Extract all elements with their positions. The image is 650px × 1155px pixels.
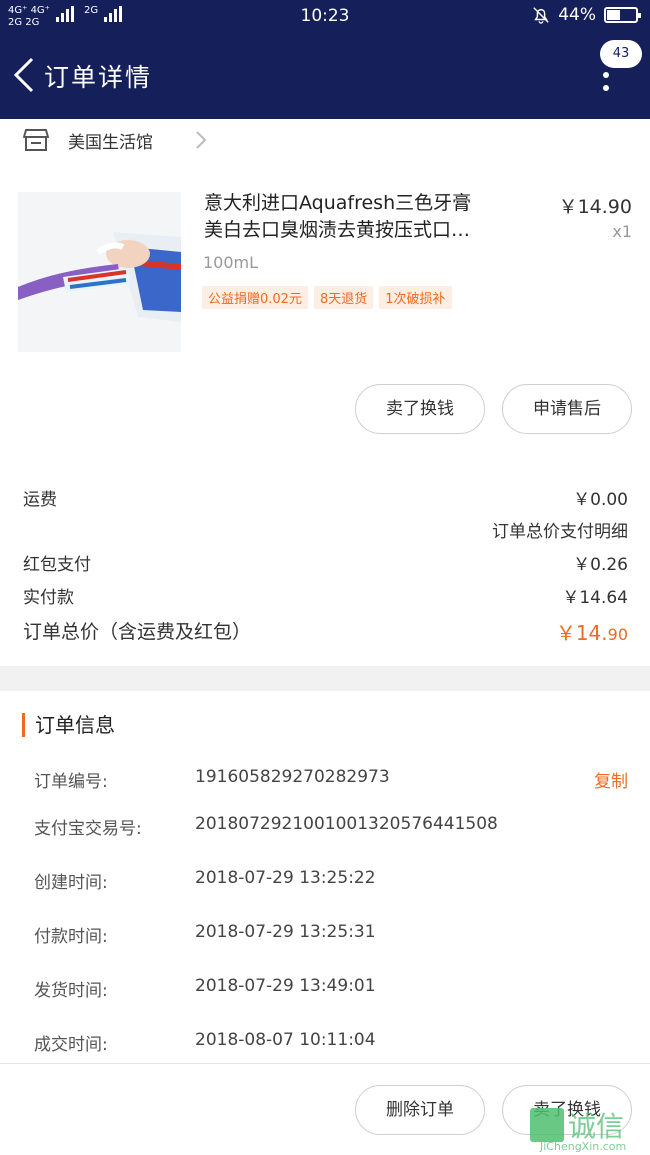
shipping-label: 运费 bbox=[23, 490, 57, 510]
shipped-value: 2018-07-29 13:49:01 bbox=[195, 976, 376, 996]
top-bar: 4G⁺ 4G⁺ 2G 2G 2G 10:23 44% 订单详情 43 bbox=[0, 0, 650, 119]
order-number-value: 191605829270282973 bbox=[195, 767, 390, 787]
store-icon bbox=[23, 129, 49, 151]
paid-time-label: 付款时间: bbox=[34, 927, 108, 947]
order-info-title: 订单信息 bbox=[22, 713, 115, 737]
alipay-label: 支付宝交易号: bbox=[34, 819, 142, 839]
watermark-url: JiChengXin.com bbox=[540, 1140, 627, 1153]
total-value: ￥14.90 bbox=[556, 617, 628, 646]
toothpaste-image bbox=[18, 192, 181, 352]
paid-label: 实付款 bbox=[23, 588, 74, 608]
more-menu-icon-dot bbox=[603, 85, 609, 91]
battery-percent: 44% bbox=[558, 5, 596, 25]
page-title: 订单详情 bbox=[44, 63, 153, 92]
watermark-text: 诚信 bbox=[568, 1110, 625, 1143]
delete-order-button[interactable]: 删除订单 bbox=[355, 1085, 485, 1135]
total-label: 订单总价（含运费及红包） bbox=[23, 621, 252, 643]
tag-charity: 公益捐赠0.02元 bbox=[202, 286, 308, 309]
shipped-label: 发货时间: bbox=[34, 981, 108, 1001]
closed-value: 2018-08-07 10:11:04 bbox=[195, 1030, 376, 1050]
sell-button[interactable]: 卖了换钱 bbox=[355, 384, 485, 434]
alipay-value: 2018072921001001320576441508 bbox=[195, 814, 498, 834]
created-value: 2018-07-29 13:25:22 bbox=[195, 868, 376, 888]
status-bar: 4G⁺ 4G⁺ 2G 2G 2G 10:23 44% bbox=[0, 0, 650, 34]
redpacket-value: ￥0.26 bbox=[573, 555, 628, 575]
closed-label: 成交时间: bbox=[34, 1035, 108, 1055]
bell-off-icon bbox=[533, 7, 549, 24]
product-tags: 公益捐赠0.02元 8天退货 1次破损补 bbox=[202, 286, 452, 309]
tag-return: 8天退货 bbox=[313, 286, 374, 309]
copy-button[interactable]: 复制 bbox=[594, 767, 628, 792]
status-right: 44% bbox=[532, 5, 641, 25]
shipping-value: ￥0.00 bbox=[573, 490, 628, 510]
created-label: 创建时间: bbox=[34, 873, 108, 893]
product-title-line1: 意大利进口Aquafresh三色牙膏 bbox=[204, 192, 472, 214]
tag-damage: 1次破损补 bbox=[379, 286, 452, 309]
after-sale-button[interactable]: 申请售后 bbox=[502, 384, 632, 434]
back-arrow-icon[interactable] bbox=[10, 55, 40, 95]
watermark: 诚信 bbox=[530, 1105, 624, 1145]
store-name: 美国生活馆 bbox=[68, 133, 153, 153]
total-value-major: ￥14. bbox=[555, 621, 608, 645]
section-divider bbox=[0, 666, 650, 691]
redpacket-label: 红包支付 bbox=[23, 555, 91, 575]
total-value-minor: 90 bbox=[607, 625, 628, 644]
order-number-label: 订单编号: bbox=[34, 772, 108, 792]
product-title[interactable]: 意大利进口Aquafresh三色牙膏 美白去口臭烟渍去黄按压式口… bbox=[204, 190, 534, 244]
more-menu-icon[interactable] bbox=[603, 72, 609, 78]
message-count-badge[interactable]: 43 bbox=[600, 40, 642, 68]
paid-value: ￥14.64 bbox=[562, 588, 628, 608]
watermark-logo-icon bbox=[530, 1108, 564, 1142]
product-title-line2: 美白去口臭烟渍去黄按压式口… bbox=[204, 219, 471, 241]
battery-icon bbox=[604, 7, 641, 23]
product-quantity: x1 bbox=[612, 222, 632, 241]
paid-time-value: 2018-07-29 13:25:31 bbox=[195, 922, 376, 942]
product-price: ￥14.90 bbox=[558, 196, 632, 218]
product-spec: 100mL bbox=[203, 253, 259, 272]
product-image[interactable] bbox=[18, 192, 181, 352]
store-row[interactable]: 美国生活馆 bbox=[0, 119, 650, 161]
chevron-right-icon bbox=[196, 131, 207, 149]
price-detail-link[interactable]: 订单总价支付明细 bbox=[492, 517, 628, 542]
